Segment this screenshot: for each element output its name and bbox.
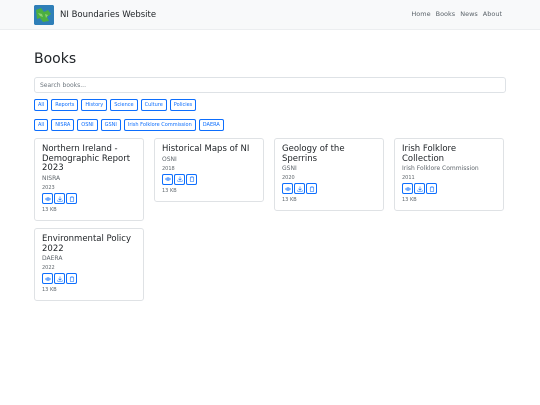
book-card: Historical Maps of NI OSNI 2018 13 KB — [154, 138, 264, 202]
org-filter-irish-folklore-commission[interactable]: Irish Folklore Commission — [123, 119, 196, 131]
book-year: 2018 — [162, 165, 175, 172]
book-actions — [402, 183, 496, 195]
book-card: Northern Ireland - Demographic Report 20… — [34, 138, 144, 222]
page-title: Books — [34, 51, 77, 67]
view-button[interactable] — [42, 273, 53, 285]
book-file-size: 13 KB — [162, 187, 177, 194]
download-icon — [416, 186, 423, 192]
copy-button[interactable] — [426, 183, 437, 195]
org-filter-all[interactable]: All — [34, 119, 49, 131]
nav-link-about[interactable]: About — [483, 10, 502, 18]
book-card: Environmental Policy 2022 DAERA 2022 13 … — [34, 228, 144, 302]
copy-button[interactable] — [186, 173, 197, 185]
category-filter-history[interactable]: History — [81, 99, 108, 111]
book-title: Northern Ireland - Demographic Report 20… — [42, 144, 131, 174]
clipboard-icon — [69, 276, 74, 282]
book-grid: Northern Ireland - Demographic Report 20… — [34, 138, 506, 302]
download-button[interactable] — [174, 173, 185, 185]
download-icon — [176, 176, 183, 182]
copy-button[interactable] — [66, 193, 77, 205]
book-title: Geology of the Sperrins — [282, 144, 345, 164]
book-organisation: DAERA — [42, 255, 63, 263]
category-filter-culture[interactable]: Culture — [140, 99, 167, 111]
book-title: Irish Folklore Collection — [402, 144, 457, 164]
book-title: Historical Maps of NI — [162, 144, 250, 154]
book-file-size: 13 KB — [282, 197, 297, 204]
book-organisation: GSNI — [282, 165, 297, 173]
view-button[interactable] — [42, 193, 53, 205]
eye-icon — [44, 277, 51, 281]
clipboard-icon — [69, 196, 74, 202]
download-icon — [56, 276, 63, 282]
copy-button[interactable] — [306, 183, 317, 195]
download-button[interactable] — [294, 183, 305, 195]
book-year: 2023 — [42, 185, 55, 192]
book-card: Irish Folklore Collection Irish Folklore… — [394, 138, 504, 212]
brand-name: NI Boundaries Website — [60, 10, 157, 20]
book-file-size: 13 KB — [42, 287, 57, 294]
book-file-size: 13 KB — [42, 207, 57, 214]
book-year: 2022 — [42, 265, 55, 272]
book-actions — [282, 183, 376, 195]
download-icon — [56, 196, 63, 202]
category-filter-reports[interactable]: Reports — [51, 99, 79, 111]
category-filters: All Reports History Science Culture Poli… — [34, 99, 197, 111]
view-button[interactable] — [282, 183, 293, 195]
map-logo-icon — [34, 5, 54, 25]
book-file-size: 13 KB — [402, 197, 417, 204]
book-actions — [42, 273, 136, 285]
organisation-filters: All NISRA OSNI GSNI Irish Folklore Commi… — [34, 119, 224, 131]
book-year: 2020 — [282, 175, 295, 182]
nav-links: Home Books News About — [411, 10, 502, 18]
download-icon — [296, 186, 303, 192]
view-button[interactable] — [402, 183, 413, 195]
nav-link-news[interactable]: News — [460, 10, 478, 18]
clipboard-icon — [309, 186, 314, 192]
org-filter-osni[interactable]: OSNI — [77, 119, 98, 131]
book-actions — [42, 193, 136, 205]
nav-link-books[interactable]: Books — [436, 10, 456, 18]
category-filter-policies[interactable]: Policies — [169, 99, 197, 111]
search-input[interactable] — [34, 77, 506, 93]
eye-icon — [284, 187, 291, 191]
eye-icon — [164, 177, 171, 181]
eye-icon — [404, 187, 411, 191]
brand[interactable]: NI Boundaries Website — [34, 5, 156, 25]
book-year: 2011 — [402, 175, 415, 182]
org-filter-nisra[interactable]: NISRA — [51, 119, 75, 131]
view-button[interactable] — [162, 173, 173, 185]
download-button[interactable] — [54, 193, 65, 205]
book-title: Environmental Policy 2022 — [42, 234, 131, 254]
book-organisation: Irish Folklore Commission — [402, 165, 479, 173]
book-card: Geology of the Sperrins GSNI 2020 13 KB — [274, 138, 384, 212]
download-button[interactable] — [54, 273, 65, 285]
clipboard-icon — [189, 176, 194, 182]
navbar: NI Boundaries Website Home Books News Ab… — [0, 0, 540, 30]
nav-link-home[interactable]: Home — [411, 10, 430, 18]
book-organisation: NISRA — [42, 175, 61, 183]
book-actions — [162, 173, 256, 185]
copy-button[interactable] — [66, 273, 77, 285]
book-organisation: OSNI — [162, 155, 177, 163]
download-button[interactable] — [414, 183, 425, 195]
clipboard-icon — [429, 186, 434, 192]
category-filter-science[interactable]: Science — [110, 99, 138, 111]
category-filter-all[interactable]: All — [34, 99, 49, 111]
org-filter-daera[interactable]: DAERA — [198, 119, 224, 131]
eye-icon — [44, 196, 51, 201]
org-filter-gsni[interactable]: GSNI — [100, 119, 121, 131]
